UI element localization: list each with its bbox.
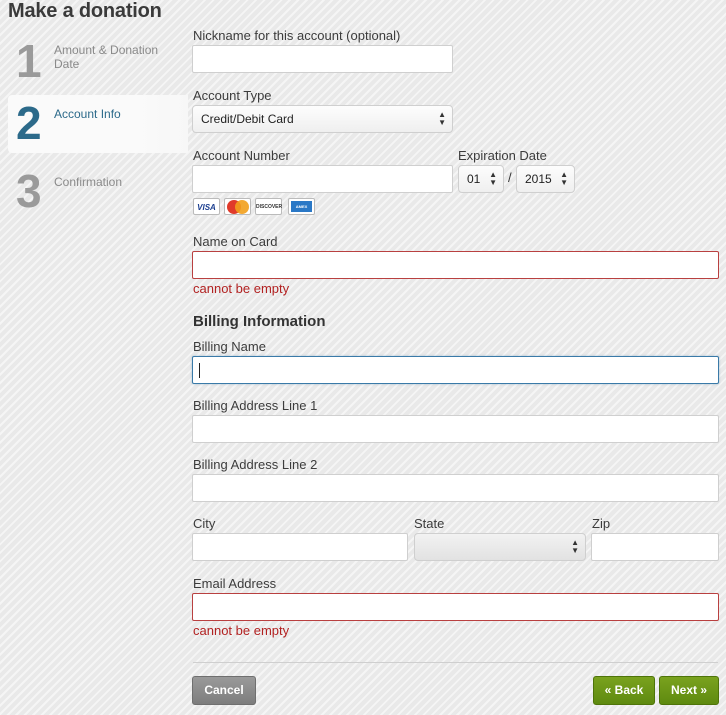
account-number-input[interactable] [192, 165, 453, 193]
cancel-button[interactable]: Cancel [192, 676, 256, 705]
email-label: Email Address [193, 576, 277, 591]
mastercard-icon [224, 198, 251, 215]
account-type-label: Account Type [193, 88, 272, 103]
step-label: Amount & Donation Date [54, 43, 159, 71]
page-title: Make a donation [8, 0, 162, 22]
zip-label: Zip [592, 516, 611, 531]
step-account-info[interactable]: 2 Account Info [8, 95, 188, 153]
nickname-input[interactable] [192, 45, 453, 73]
expiration-separator: / [508, 170, 512, 185]
name-on-card-input[interactable] [192, 251, 719, 279]
select-arrows-icon: ▲ ▼ [489, 170, 497, 187]
state-label: State [414, 516, 445, 531]
expiration-year-value: 2015 [525, 172, 552, 186]
divider [193, 662, 718, 663]
step-label: Account Info [54, 107, 121, 121]
step-label: Confirmation [54, 175, 123, 189]
step-confirmation[interactable]: 3 Confirmation [8, 163, 188, 223]
account-type-select[interactable]: Credit/Debit Card ▲ ▼ [192, 105, 453, 133]
step-number: 2 [16, 97, 42, 149]
step-amount[interactable]: 1 Amount & Donation Date [8, 33, 188, 93]
amex-icon: AMEX [288, 198, 315, 215]
account-number-label: Account Number [193, 148, 290, 163]
next-button[interactable]: Next » [659, 676, 719, 705]
address2-label: Billing Address Line 2 [193, 457, 318, 472]
step-number: 1 [16, 35, 42, 87]
billing-name-input[interactable] [192, 356, 719, 384]
address2-input[interactable] [192, 474, 719, 502]
city-input[interactable] [192, 533, 408, 561]
select-arrows-icon: ▲ ▼ [560, 170, 568, 187]
account-type-value: Credit/Debit Card [201, 112, 294, 126]
name-on-card-error: cannot be empty [193, 281, 290, 296]
nickname-label: Nickname for this account (optional) [193, 28, 401, 43]
select-arrows-icon: ▲ ▼ [571, 538, 579, 555]
select-arrows-icon: ▲ ▼ [438, 110, 446, 127]
zip-input[interactable] [591, 533, 719, 561]
billing-heading: Billing Information [193, 313, 326, 330]
city-label: City [193, 516, 216, 531]
step-number: 3 [16, 165, 42, 217]
expiration-year-select[interactable]: 2015 ▲ ▼ [516, 165, 575, 193]
visa-icon: VISA [193, 198, 220, 215]
name-on-card-label: Name on Card [193, 234, 278, 249]
state-select[interactable]: ▲ ▼ [414, 533, 586, 561]
expiration-label: Expiration Date [458, 148, 547, 163]
address1-label: Billing Address Line 1 [193, 398, 318, 413]
expiration-month-value: 01 [467, 172, 481, 186]
email-error: cannot be empty [193, 623, 290, 638]
discover-icon: DISCOVER [255, 198, 282, 215]
email-input[interactable] [192, 593, 719, 621]
address1-input[interactable] [192, 415, 719, 443]
billing-name-label: Billing Name [193, 339, 266, 354]
expiration-month-select[interactable]: 01 ▲ ▼ [458, 165, 504, 193]
text-cursor [199, 363, 200, 378]
back-button[interactable]: « Back [593, 676, 655, 705]
